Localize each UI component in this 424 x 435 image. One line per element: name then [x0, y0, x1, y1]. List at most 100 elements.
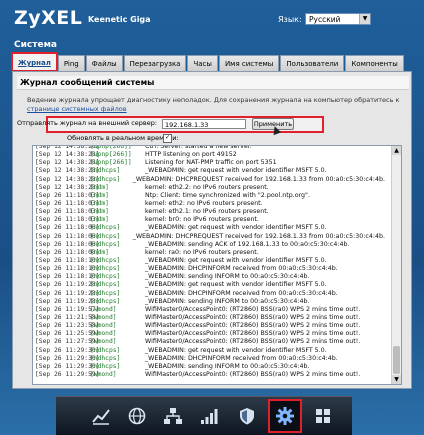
scroll-down-icon[interactable]: ▼: [392, 375, 401, 384]
chart-icon[interactable]: [84, 399, 118, 433]
log-module: [ndhcps]: [90, 273, 121, 281]
log-row: [Sep 26 11:23:58] [wmond] WifiMaster0/Acce…: [35, 322, 385, 330]
log-message: _WEBADMIN: DHCPINFORM received from 00:a…: [145, 265, 338, 273]
top-bar: ZyXEL Keenetic Giga Язык: Русский ▼: [0, 0, 424, 36]
log-scrollbar[interactable]: ▲ ▼: [391, 146, 401, 384]
log-time: [Sep 26 11:19:57]: [35, 305, 100, 313]
log-time: [Sep 26 11:19:28]: [35, 297, 100, 305]
log-module: [ndhcps]: [90, 224, 121, 232]
log-row: [Sep 12 14:38:28] [upnp[266]] Listening fo…: [35, 159, 385, 167]
system-files-link[interactable]: странице системных файлов: [27, 105, 127, 113]
server-label: Отправлять журнал на внешний сервер:: [17, 119, 158, 127]
log-message: Listening for NAT-PMP traffic on port 53…: [145, 159, 277, 167]
bottom-dock: [56, 396, 352, 435]
log-row: [Sep 26 11:18:10] [ndhcps] _WEBADMIN: send…: [35, 273, 385, 281]
shield-icon[interactable]: [230, 399, 264, 433]
log-message: _WEBADMIN: get request with vendor ident…: [145, 167, 327, 175]
log-row: [Sep 26 11:18:03] [ndm] kernel: eth2.1: no…: [35, 208, 385, 216]
log-time: [Sep 26 11:18:03]: [35, 208, 100, 216]
log-module: [ndm]: [90, 183, 109, 191]
log-row: [Sep 26 11:29:30] [ndhcps] _WEBADMIN: send…: [35, 363, 385, 371]
scroll-up-icon[interactable]: ▲: [392, 146, 401, 155]
tab-ping[interactable]: Ping: [57, 55, 85, 71]
globe-icon[interactable]: [120, 399, 154, 433]
log-row: [Sep 26 11:19:57] [wmond] WifiMaster0/Acce…: [35, 306, 385, 314]
server-input[interactable]: 192.168.1.33: [162, 119, 246, 129]
log-time: [Sep 26 11:25:59]: [35, 330, 100, 338]
log-time: [Sep 26 11:18:06]: [35, 240, 100, 248]
log-time: [Sep 12 14:38:28]: [35, 183, 100, 191]
log-message: _WEBADMIN: sending ACK of 192.168.1.33 t…: [145, 240, 350, 248]
log-module: [wmond]: [90, 313, 117, 321]
tab-files[interactable]: Файлы: [85, 55, 123, 71]
realtime-label: Обновлять в реальном времени:: [67, 134, 179, 142]
log-time: [Sep 26 11:21:58]: [35, 313, 100, 321]
log-row: [Sep 26 11:25:59] [wmond] WifiMaster0/Acce…: [35, 330, 385, 338]
panel-title: Журнал сообщений системы: [17, 76, 409, 90]
gear-icon[interactable]: [268, 399, 302, 433]
log-message: kernel: eth2.2: no IPv6 routers present.: [145, 183, 269, 191]
log-message: WifiMaster0/AccessPoint0: (RT2860) BSS(r…: [145, 338, 361, 346]
description-text: Ведение журнала упрощает диагностику неп…: [27, 96, 400, 104]
log-row: [Sep 26 11:29:30] [ndhcps] _WEBADMIN: get …: [35, 347, 385, 355]
log-module: [ndm]: [90, 191, 109, 199]
log-message: _WEBADMIN: DHCPREQUEST received for 192.…: [132, 175, 385, 183]
log-module: [ndhcps]: [90, 175, 121, 183]
log-list: [Sep 12 14:38:28] [upnp[266]] Ctrl: Server…: [35, 146, 385, 379]
log-time: [Sep 26 11:29:30]: [35, 346, 100, 354]
log-row: [Sep 26 11:18:03] [ndm] kernel: br0: no IP…: [35, 216, 385, 224]
log-module: [wmond]: [90, 330, 117, 338]
log-time: [Sep 26 11:29:30]: [35, 354, 100, 362]
log-module: [ndhcps]: [90, 297, 121, 305]
log-row: [Sep 26 11:18:03] [ndm] kernel: eth2: no I…: [35, 200, 385, 208]
log-time: [Sep 26 11:18:03]: [35, 216, 100, 224]
tab-clock[interactable]: Часы: [187, 55, 218, 71]
log-time: [Sep 26 11:18:10]: [35, 273, 100, 281]
log-time: [Sep 26 11:19:28]: [35, 289, 100, 297]
log-row: [Sep 12 14:38:28] [upnp[266]] HTTP listeni…: [35, 151, 385, 159]
tab-reboot[interactable]: Перезагрузка: [123, 55, 187, 71]
log-time: [Sep 12 14:38:28]: [35, 167, 100, 175]
log-row: [Sep 26 11:19:28] [ndhcps] _WEBADMIN: get …: [35, 281, 385, 289]
tab-users[interactable]: Пользователи: [280, 55, 345, 71]
log-row: [Sep 26 11:18:10] [ndhcps] _WEBADMIN: get …: [35, 257, 385, 265]
tab-system-name[interactable]: Имя системы: [218, 55, 280, 71]
log-time: [Sep 26 11:18:08]: [35, 248, 100, 256]
network-icon[interactable]: [156, 399, 190, 433]
log-row: [Sep 26 11:18:08] [ndm] kernel: ra0: no IP…: [35, 249, 385, 257]
zyxel-logo: ZyXEL: [14, 7, 83, 29]
grid-icon[interactable]: [306, 399, 340, 433]
log-message: WifiMaster0/AccessPoint0: (RT2860) BSS(r…: [145, 313, 361, 321]
scroll-thumb[interactable]: [393, 346, 400, 374]
log-time: [Sep 12 14:38:28]: [35, 159, 100, 167]
log-message: Ntp: Client: time synchronized with "2.p…: [145, 191, 310, 199]
section-title: Система: [14, 40, 57, 50]
tab-components[interactable]: Компоненты: [345, 55, 404, 71]
log-time: [Sep 26 11:18:06]: [35, 224, 100, 232]
tab-journal[interactable]: Журнал: [11, 52, 58, 72]
log-time: [Sep 26 11:18:03]: [35, 191, 100, 199]
log-module: [ndhcps]: [90, 346, 121, 354]
signal-bars-icon[interactable]: [192, 399, 226, 433]
log-module: [ndhcps]: [90, 167, 121, 175]
language-label: Язык:: [278, 15, 302, 24]
log-message: _WEBADMIN: get request with vendor ident…: [145, 224, 327, 232]
log-message: WifiMaster0/AccessPoint0: (RT2860) BSS(r…: [145, 330, 361, 338]
model-name: Keenetic Giga: [88, 15, 151, 24]
log-message: _WEBADMIN: sending INFORM to 00:a0:c5:30…: [145, 362, 310, 370]
log-time: [Sep 26 11:29:30]: [35, 362, 100, 370]
chevron-down-icon: ▼: [359, 14, 370, 24]
log-message: _WEBADMIN: sending INFORM to 00:a0:c5:30…: [145, 273, 310, 281]
log-row: [Sep 26 11:21:58] [wmond] WifiMaster0/Acce…: [35, 314, 385, 322]
language-select[interactable]: Русский ▼: [305, 13, 371, 25]
log-module: [upnp[266]]: [90, 151, 132, 159]
log-module: [ndhcps]: [90, 354, 121, 362]
log-time: [Sep 26 11:18:10]: [35, 256, 100, 264]
log-box[interactable]: [Sep 12 14:38:28] [upnp[266]] Ctrl: Server…: [32, 145, 402, 385]
log-message: _WEBADMIN: get request with vendor ident…: [145, 346, 327, 354]
log-message: _WEBADMIN: DHCPINFORM received from 00:a…: [145, 354, 338, 362]
log-message: kernel: eth2.1: no IPv6 routers present.: [145, 208, 269, 216]
log-row: [Sep 26 11:19:28] [ndhcps] _WEBADMIN: DHCP…: [35, 290, 385, 298]
log-message: _WEBADMIN: get request with vendor ident…: [145, 256, 327, 264]
realtime-checkbox[interactable]: ✓: [163, 134, 172, 143]
